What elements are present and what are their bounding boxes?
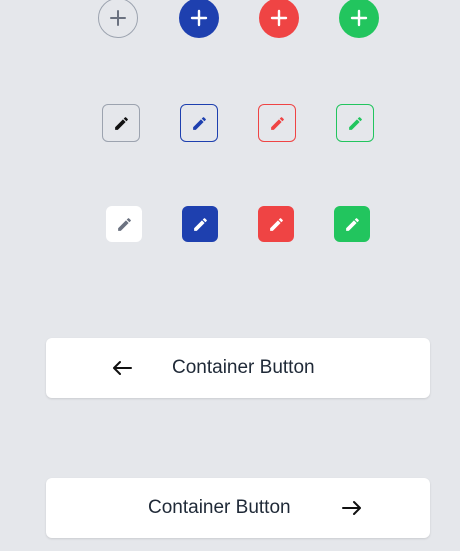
container-button-label: Container Button — [172, 357, 315, 378]
button-showcase: Container Button Container Button — [0, 0, 460, 551]
pencil-icon — [344, 216, 361, 233]
plus-icon — [190, 9, 208, 27]
pencil-icon — [191, 115, 208, 132]
add-button-primary[interactable] — [179, 0, 219, 38]
plus-icon — [109, 9, 127, 27]
edit-button-outline-success[interactable] — [336, 104, 374, 142]
add-button-danger[interactable] — [259, 0, 299, 38]
edit-button-solid-success[interactable] — [334, 206, 370, 242]
add-button-success[interactable] — [339, 0, 379, 38]
arrow-right-icon — [340, 496, 364, 520]
pencil-icon — [113, 115, 130, 132]
edit-button-solid-white[interactable] — [106, 206, 142, 242]
plus-icon — [350, 9, 368, 27]
pencil-icon — [116, 216, 133, 233]
container-button-label: Container Button — [148, 497, 291, 518]
edit-button-outline-primary[interactable] — [180, 104, 218, 142]
edit-button-outline-neutral[interactable] — [102, 104, 140, 142]
pencil-icon — [347, 115, 364, 132]
edit-button-outline-danger[interactable] — [258, 104, 296, 142]
pencil-icon — [269, 115, 286, 132]
arrow-left-icon — [110, 356, 134, 380]
container-button-forward[interactable]: Container Button — [46, 478, 430, 538]
add-button-outline[interactable] — [98, 0, 138, 38]
edit-button-solid-danger[interactable] — [258, 206, 294, 242]
pencil-icon — [192, 216, 209, 233]
pencil-icon — [268, 216, 285, 233]
container-button-back[interactable]: Container Button — [46, 338, 430, 398]
edit-button-solid-primary[interactable] — [182, 206, 218, 242]
plus-icon — [270, 9, 288, 27]
